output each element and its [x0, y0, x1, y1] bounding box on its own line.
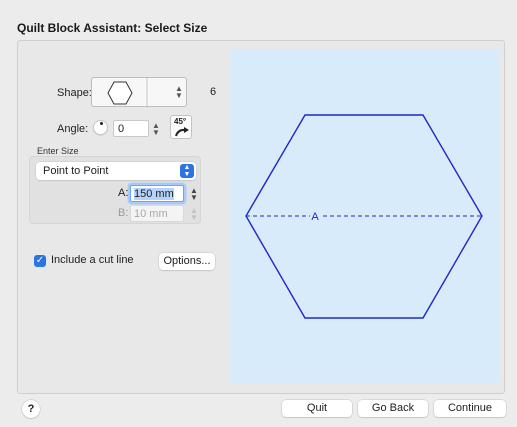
shape-selector[interactable]: 6: [91, 77, 216, 108]
window-title: Quilt Block Assistant: Select Size: [17, 21, 208, 35]
shape-preview: A: [230, 50, 499, 383]
angle-input[interactable]: 0: [113, 120, 149, 137]
main-panel: Shape: 6 ▲ ▼ Angle: 0 ▲ ▼ 45° Enter Size P…: [17, 40, 505, 394]
a-size-value: 150 mm: [134, 188, 174, 200]
angle-label: Angle:: [57, 123, 89, 135]
go-back-button[interactable]: Go Back: [358, 400, 428, 417]
a-label: A:: [118, 187, 129, 199]
shape-sides-value: 6: [210, 86, 217, 98]
hexagon-icon: [107, 81, 133, 105]
size-group: Point to Point ▲ ▼ A: 150 mm ▲ ▼ B: 10 mm …: [29, 156, 201, 224]
hexagon-preview-icon: A: [245, 114, 483, 319]
quit-button[interactable]: Quit: [282, 400, 352, 417]
a-size-input[interactable]: 150 mm: [130, 185, 184, 202]
cut-line-label[interactable]: Include a cut line: [51, 254, 134, 266]
rotate-45-button[interactable]: 45°: [170, 115, 192, 139]
b-stepper-icon[interactable]: ▲ ▼: [189, 207, 199, 222]
size-mode-value: Point to Point: [43, 165, 109, 177]
angle-stepper-icon[interactable]: ▲ ▼: [151, 122, 161, 137]
a-stepper-icon[interactable]: ▲ ▼: [189, 187, 199, 202]
chevron-updown-icon: ▲ ▼: [180, 164, 194, 178]
angle-dial[interactable]: [93, 120, 108, 135]
sides-stepper-icon[interactable]: ▲ ▼: [174, 85, 184, 100]
rotate-45-icon: [175, 127, 189, 137]
b-size-input[interactable]: 10 mm: [130, 205, 184, 222]
dimension-a-label: A: [311, 211, 319, 223]
options-button[interactable]: Options...: [159, 253, 215, 270]
shape-label: Shape:: [57, 87, 92, 99]
size-mode-popup[interactable]: Point to Point ▲ ▼: [36, 162, 196, 180]
help-button[interactable]: ?: [22, 400, 40, 418]
enter-size-label: Enter Size: [37, 146, 79, 156]
rotate-45-label: 45°: [174, 117, 187, 126]
cut-line-checkbox[interactable]: ✓: [34, 255, 46, 267]
continue-button[interactable]: Continue: [434, 400, 506, 417]
b-label: B:: [118, 207, 129, 219]
